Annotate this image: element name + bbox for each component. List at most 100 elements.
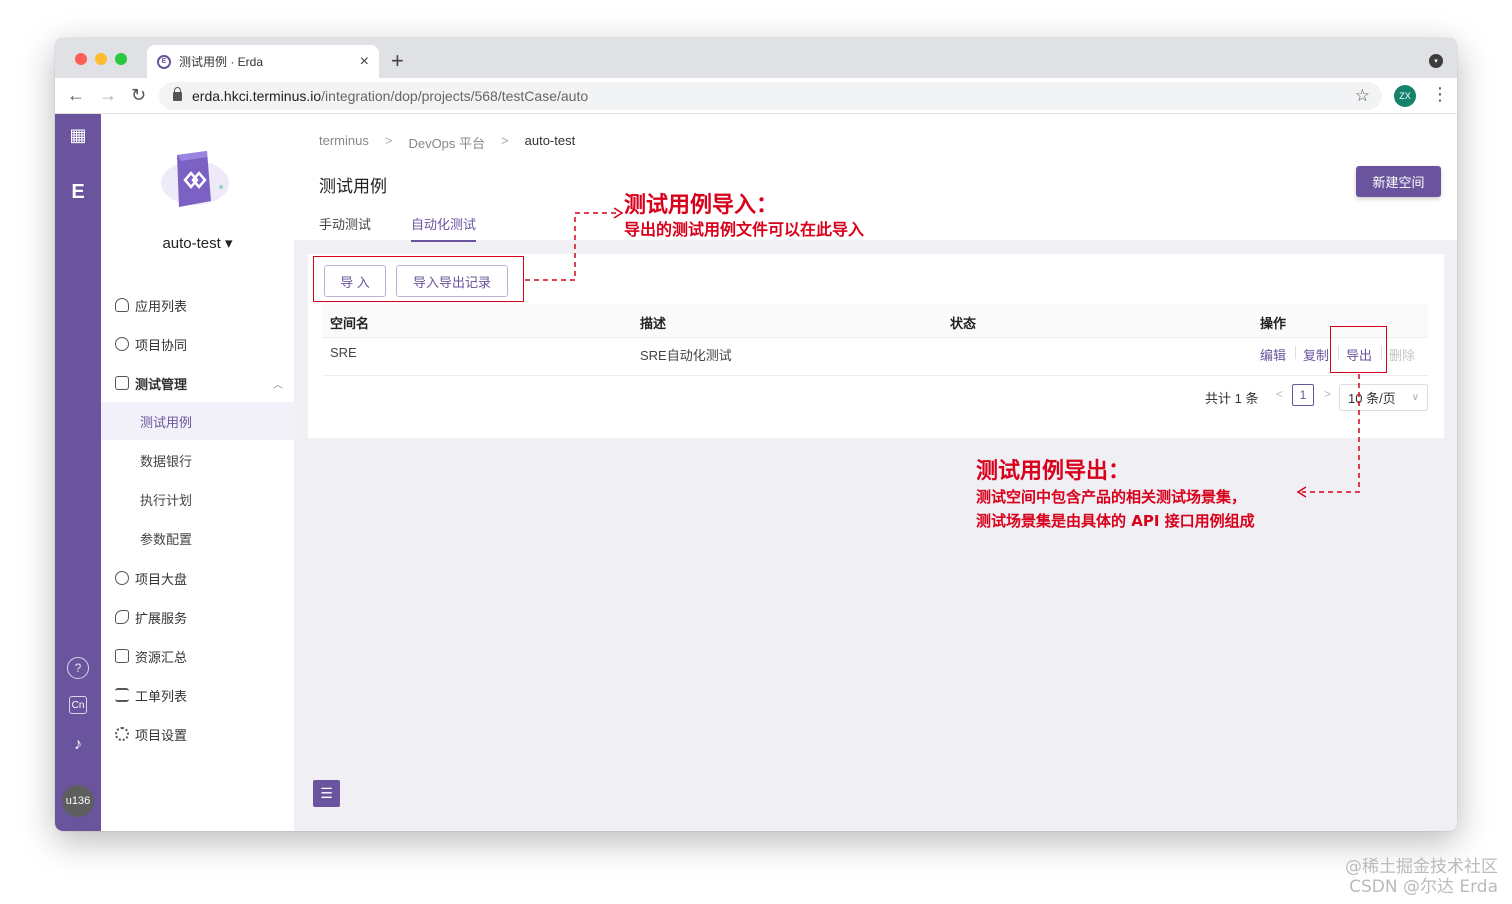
pagination-total: 共计 1 条 xyxy=(1205,391,1259,406)
address-bar[interactable]: erda.hkci.terminus.io/integration/dop/pr… xyxy=(159,82,1382,110)
sidebar-subitem-test-cases[interactable]: 测试用例 xyxy=(140,412,192,431)
watermark-line-1: @稀土掘金技术社区 xyxy=(1345,857,1498,877)
clipboard-icon xyxy=(115,376,129,390)
page-header: terminus > DevOps 平台 > auto-test 测试用例 新建… xyxy=(294,114,1457,242)
export-annotation-title: 测试用例导出： xyxy=(976,459,1131,484)
chevron-up-icon[interactable]: ︿ xyxy=(273,376,283,391)
minimize-window-button[interactable] xyxy=(95,53,107,65)
tab-title: 测试用例 · Erda xyxy=(179,55,264,69)
sidebar-item-label: 项目大盘 xyxy=(135,571,188,587)
browser-toolbar: ← → ↻ erda.hkci.terminus.io/integration/… xyxy=(55,78,1457,114)
gear-icon xyxy=(115,727,129,741)
import-annotation-title: 测试用例导入： xyxy=(624,193,779,218)
sidebar-subitem-parameters[interactable]: 参数配置 xyxy=(140,529,192,548)
sidebar-item-label: 项目协同 xyxy=(135,337,188,353)
reload-button[interactable]: ↻ xyxy=(131,85,146,106)
page-number-button[interactable]: 1 xyxy=(1292,384,1314,406)
sidebar-item-label: 项目设置 xyxy=(135,727,188,743)
sidebar-subitem-execution-plan[interactable]: 执行计划 xyxy=(140,490,192,509)
cell-space-name: SRE xyxy=(330,345,357,360)
project-sidebar: auto-test ▾ 应用列表 项目协同 测试管理 ︿ 测试用例 数据银行 执… xyxy=(101,114,340,831)
tab-automated-test[interactable]: 自动化测试 xyxy=(411,214,477,242)
table-row-divider xyxy=(322,375,1428,376)
sidebar-subitem-data-bank[interactable]: 数据银行 xyxy=(140,451,192,470)
export-annotation-desc-2: 测试场景集是由具体的 API 接口用例组成 xyxy=(976,512,1255,530)
breadcrumb: terminus > DevOps 平台 > auto-test xyxy=(319,133,575,152)
dashboard-icon xyxy=(115,571,129,585)
watermark-line-2: CSDN @尔达 Erda xyxy=(1349,877,1498,897)
browser-tab[interactable]: E 测试用例 · Erda × xyxy=(147,45,379,78)
tab-manual-test[interactable]: 手动测试 xyxy=(319,214,371,242)
main-content: terminus > DevOps 平台 > auto-test 测试用例 新建… xyxy=(294,114,1457,831)
new-space-button[interactable]: 新建空间 xyxy=(1356,166,1441,197)
browser-tabbar: E 测试用例 · Erda × + ▾ xyxy=(55,38,1457,78)
sidebar-item-app-list[interactable]: 应用列表 xyxy=(115,294,187,316)
sidebar-item-label: 扩展服务 xyxy=(135,610,188,626)
sidebar-item-extensions[interactable]: 扩展服务 xyxy=(115,606,187,628)
sidebar-item-label: 测试管理 xyxy=(135,376,188,392)
active-submenu-highlight xyxy=(101,402,294,440)
back-button[interactable]: ← xyxy=(67,85,85,106)
export-highlight-box xyxy=(1330,326,1387,373)
help-icon[interactable]: ? xyxy=(67,657,89,679)
browser-window: E 测试用例 · Erda × + ▾ ← → ↻ erda.hkci.term… xyxy=(55,38,1457,831)
column-header-status: 状态 xyxy=(950,316,977,331)
breadcrumb-item[interactable]: terminus xyxy=(319,133,369,152)
url-host: erda.hkci.terminus.io xyxy=(192,88,322,104)
breadcrumb-separator: > xyxy=(501,133,509,148)
close-window-button[interactable] xyxy=(75,53,87,65)
global-nav-bar: ▦ E ? Cn ♪ u136 xyxy=(55,114,101,831)
sidebar-item-resources[interactable]: 资源汇总 xyxy=(115,645,187,667)
database-icon xyxy=(115,649,129,663)
export-annotation-desc-1: 测试空间中包含产品的相关测试场景集， xyxy=(976,488,1247,506)
list-icon xyxy=(115,688,129,702)
user-avatar[interactable]: u136 xyxy=(62,785,94,817)
next-page-button[interactable]: > xyxy=(1324,387,1331,401)
sidebar-item-collaboration[interactable]: 项目协同 xyxy=(115,333,187,355)
cell-description: SRE自动化测试 xyxy=(640,348,732,363)
browser-menu-icon[interactable]: ⋮ xyxy=(1431,84,1449,105)
sidebar-item-test-management[interactable]: 测试管理 xyxy=(115,372,187,394)
edit-link[interactable]: 编辑 xyxy=(1260,345,1286,364)
language-icon[interactable]: Cn xyxy=(69,696,87,714)
erda-logo-icon[interactable]: E xyxy=(67,181,89,203)
sidebar-item-tickets[interactable]: 工单列表 xyxy=(115,684,187,706)
notification-bell-icon[interactable]: ♪ xyxy=(67,734,89,756)
watermark: @稀土掘金技术社区 CSDN @尔达 Erda xyxy=(1345,857,1498,897)
forward-button[interactable]: → xyxy=(99,85,117,106)
project-name-dropdown[interactable]: auto-test ▾ xyxy=(101,234,294,252)
column-header-name: 空间名 xyxy=(330,316,370,331)
new-tab-button[interactable]: + xyxy=(391,48,404,74)
extension-icon xyxy=(115,610,129,624)
url-path: /integration/dop/projects/568/testCase/a… xyxy=(321,88,589,104)
sidebar-item-label: 工单列表 xyxy=(135,688,188,704)
breadcrumb-separator: > xyxy=(384,133,393,148)
sidebar-item-label: 资源汇总 xyxy=(135,649,188,665)
copy-link[interactable]: 复制 xyxy=(1303,345,1329,364)
test-type-tabs: 手动测试 自动化测试 xyxy=(319,214,477,242)
sidebar-item-dashboard[interactable]: 项目大盘 xyxy=(115,567,187,589)
breadcrumb-current: auto-test xyxy=(524,133,576,148)
breadcrumb-item[interactable]: DevOps 平台 xyxy=(408,133,485,152)
link-icon xyxy=(115,337,129,351)
cube-icon xyxy=(115,298,129,312)
delete-link[interactable]: 删除 xyxy=(1389,345,1415,364)
close-tab-icon[interactable]: × xyxy=(360,53,369,71)
sidebar-item-settings[interactable]: 项目设置 xyxy=(115,723,187,745)
lock-icon xyxy=(173,86,182,101)
import-annotation-desc: 导出的测试用例文件可以在此导入 xyxy=(624,220,865,239)
import-highlight-box xyxy=(313,256,524,302)
project-logo-icon xyxy=(161,151,229,207)
chevron-down-icon: ∨ xyxy=(1411,392,1419,403)
chrome-profile-icon[interactable]: ▾ xyxy=(1429,54,1443,68)
column-header-actions: 操作 xyxy=(1260,316,1287,331)
profile-avatar[interactable]: ZX xyxy=(1394,85,1416,107)
column-header-description: 描述 xyxy=(640,316,667,331)
maximize-window-button[interactable] xyxy=(115,53,127,65)
page-size-select[interactable]: 10 条/页 ∨ xyxy=(1339,384,1428,411)
bookmark-star-icon[interactable]: ☆ xyxy=(1355,86,1370,106)
page-size-value: 10 条/页 xyxy=(1348,391,1396,406)
prev-page-button[interactable]: < xyxy=(1276,387,1283,401)
erda-favicon-icon: E xyxy=(157,54,171,69)
apps-grid-icon[interactable]: ▦ xyxy=(67,124,89,146)
